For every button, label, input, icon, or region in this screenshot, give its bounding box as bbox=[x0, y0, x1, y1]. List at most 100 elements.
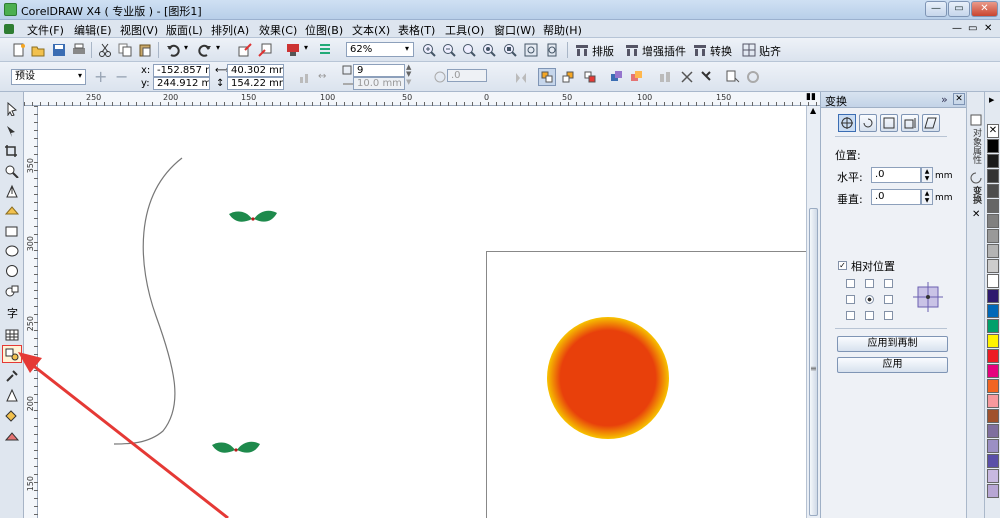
x-position-input[interactable]: -152.857 mm bbox=[153, 64, 210, 77]
color-swatch[interactable] bbox=[987, 154, 999, 168]
color-swatch[interactable] bbox=[987, 364, 999, 378]
vertical-input[interactable]: .0 bbox=[871, 189, 921, 205]
vertical-scrollbar[interactable]: ▲ ≡ bbox=[806, 106, 820, 518]
horizontal-ruler[interactable]: 250 200 150 100 50 0 50 100 150 ▮▮ bbox=[24, 92, 820, 106]
enhance-plugin-button[interactable]: 增强插件 bbox=[642, 43, 686, 59]
height-input[interactable]: 154.22 mm bbox=[227, 77, 284, 90]
y-position-input[interactable]: 244.912 mm bbox=[153, 77, 210, 90]
ruler-options-icon[interactable]: ▮▮ bbox=[806, 92, 816, 102]
no-color-swatch[interactable]: ✕ bbox=[987, 124, 999, 138]
align-icon[interactable] bbox=[540, 70, 554, 84]
anchor-middle-left[interactable] bbox=[846, 295, 855, 304]
shape-tool-icon[interactable] bbox=[4, 124, 20, 138]
color-swatch[interactable] bbox=[987, 229, 999, 243]
doc-minimize-icon[interactable]: — bbox=[952, 23, 962, 34]
snap-plugin-button[interactable]: 贴齐 bbox=[759, 43, 781, 59]
color-swatch[interactable] bbox=[987, 439, 999, 453]
color-swatch[interactable] bbox=[987, 424, 999, 438]
redo-icon[interactable] bbox=[198, 43, 212, 57]
doc-icon[interactable] bbox=[4, 24, 14, 34]
snap-plugin-icon[interactable] bbox=[742, 43, 756, 57]
close-button[interactable]: ✕ bbox=[971, 1, 998, 17]
color-swatch[interactable] bbox=[987, 139, 999, 153]
smart-fill-tool-icon[interactable] bbox=[4, 204, 20, 218]
break-apart-icon[interactable] bbox=[680, 70, 694, 84]
save-icon[interactable] bbox=[52, 43, 66, 57]
zoom-page-icon[interactable] bbox=[503, 43, 517, 57]
outline-tool-icon[interactable] bbox=[4, 388, 20, 402]
menu-bitmaps[interactable]: 位图(B) bbox=[305, 22, 343, 38]
canvas-drawing[interactable] bbox=[38, 106, 806, 518]
mirror-icon[interactable] bbox=[514, 71, 528, 85]
welcome-screen-icon[interactable] bbox=[318, 43, 332, 57]
vertical-ruler[interactable]: 350 300 250 200 150 bbox=[24, 106, 38, 518]
color-swatch[interactable] bbox=[987, 169, 999, 183]
color-swatch[interactable] bbox=[987, 379, 999, 393]
import-icon[interactable] bbox=[238, 43, 252, 57]
doc-close-icon[interactable]: ✕ bbox=[984, 23, 992, 34]
tab-close-icon[interactable]: ✕ bbox=[972, 209, 980, 220]
undo-icon[interactable] bbox=[166, 43, 180, 57]
paste-icon[interactable] bbox=[138, 43, 152, 57]
arrange-plugin-icon[interactable] bbox=[575, 43, 589, 57]
table-tool-icon[interactable] bbox=[4, 328, 20, 342]
anchor-top-right[interactable] bbox=[884, 279, 893, 288]
color-swatch[interactable] bbox=[987, 199, 999, 213]
menu-tools[interactable]: 工具(O) bbox=[445, 22, 484, 38]
color-swatch[interactable] bbox=[987, 469, 999, 483]
zoom-in-icon[interactable] bbox=[422, 43, 436, 57]
color-swatch[interactable] bbox=[987, 409, 999, 423]
transform-scale-tab[interactable] bbox=[880, 114, 898, 132]
object-properties-tab[interactable]: 对象属性 bbox=[970, 128, 983, 164]
convert-plugin-button[interactable]: 转换 bbox=[710, 43, 732, 59]
convert-to-curves-icon[interactable] bbox=[746, 70, 760, 84]
scrollbar-thumb[interactable] bbox=[809, 208, 818, 516]
menu-view[interactable]: 视图(V) bbox=[120, 22, 158, 38]
transform-skew-tab[interactable] bbox=[922, 114, 940, 132]
nudge-down-icon[interactable]: ▼ bbox=[406, 70, 411, 78]
color-swatch[interactable] bbox=[987, 349, 999, 363]
wrap-text-icon[interactable] bbox=[726, 70, 740, 84]
application-launcher-icon[interactable] bbox=[286, 43, 300, 57]
menu-window[interactable]: 窗口(W) bbox=[494, 22, 535, 38]
pick-tool-icon[interactable] bbox=[4, 102, 20, 116]
anchor-bottom-left[interactable] bbox=[846, 311, 855, 320]
to-back-icon[interactable] bbox=[583, 70, 597, 84]
preset-select[interactable]: 预设 bbox=[11, 69, 86, 85]
color-swatch[interactable] bbox=[987, 454, 999, 468]
menu-table[interactable]: 表格(T) bbox=[398, 22, 435, 38]
basic-shapes-tool-icon[interactable] bbox=[4, 284, 20, 298]
export-icon[interactable] bbox=[258, 43, 272, 57]
transform-size-tab[interactable] bbox=[901, 114, 919, 132]
relative-position-checkbox[interactable]: ✓ bbox=[838, 261, 847, 270]
menu-file[interactable]: 文件(F) bbox=[27, 22, 64, 38]
transform-tab-icon[interactable] bbox=[970, 172, 982, 184]
crop-tool-icon[interactable] bbox=[4, 144, 20, 158]
apply-button[interactable]: 应用 bbox=[837, 357, 948, 373]
zoom-tool-icon[interactable] bbox=[4, 164, 20, 178]
doc-restore-icon[interactable]: ▭ bbox=[968, 23, 977, 34]
add-preset-icon[interactable]: + bbox=[94, 67, 107, 86]
horizontal-spinner[interactable]: ▲ ▼ bbox=[921, 167, 933, 183]
undo-dropdown-icon[interactable]: ▾ bbox=[184, 43, 188, 52]
remove-preset-icon[interactable]: − bbox=[115, 67, 128, 86]
scroll-up-icon[interactable]: ▲ bbox=[810, 106, 816, 115]
rectangle-tool-icon[interactable] bbox=[4, 224, 20, 238]
launcher-dropdown-icon[interactable]: ▾ bbox=[304, 43, 308, 52]
ellipse-tool-icon[interactable] bbox=[4, 244, 20, 258]
docker-collapse-icon[interactable]: » bbox=[941, 93, 948, 106]
print-icon[interactable] bbox=[72, 43, 86, 57]
open-folder-icon[interactable] bbox=[31, 43, 45, 57]
weld-icon[interactable] bbox=[700, 70, 714, 84]
anchor-bottom-right[interactable] bbox=[884, 311, 893, 320]
transform-position-tab[interactable] bbox=[838, 114, 856, 132]
s-curve-path[interactable] bbox=[113, 157, 183, 445]
polygon-tool-icon[interactable] bbox=[4, 264, 20, 278]
color-swatch[interactable] bbox=[987, 319, 999, 333]
transform-rotate-tab[interactable] bbox=[859, 114, 877, 132]
ungroup-icon[interactable] bbox=[630, 70, 644, 84]
rotation-angle-input[interactable]: .0 bbox=[447, 69, 487, 82]
anchor-middle-right[interactable] bbox=[884, 295, 893, 304]
color-swatch[interactable] bbox=[987, 289, 999, 303]
anchor-bottom-center[interactable] bbox=[865, 311, 874, 320]
